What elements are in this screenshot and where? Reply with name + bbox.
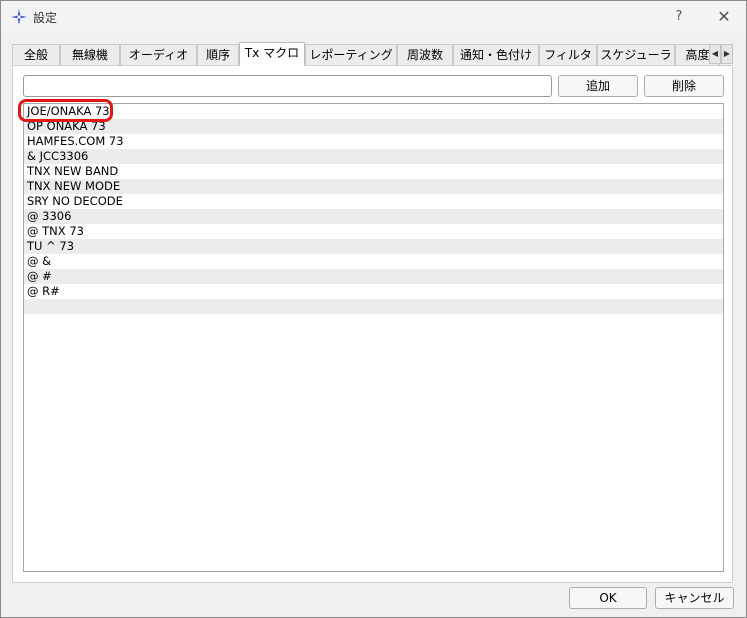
help-icon[interactable]: ? xyxy=(667,5,691,29)
tab-radio[interactable]: 無線機 xyxy=(60,44,120,66)
tab-sequence[interactable]: 順序 xyxy=(197,44,239,66)
list-item[interactable]: TNX NEW MODE xyxy=(24,179,723,194)
tab-filter[interactable]: フィルタ xyxy=(539,44,597,66)
list-item[interactable]: @ & xyxy=(24,254,723,269)
list-item[interactable]: HAMFES.COM 73 xyxy=(24,134,723,149)
list-item[interactable]: @ R# xyxy=(24,284,723,299)
tab-scroll-right-button[interactable]: ▶ xyxy=(721,44,733,64)
tab-tx-macro[interactable]: Tx マクロ xyxy=(239,42,305,66)
macro-text-input[interactable] xyxy=(23,75,552,97)
ok-button[interactable]: OK xyxy=(569,587,647,609)
list-item[interactable]: @ # xyxy=(24,269,723,284)
settings-tabbar: 全般 無線機 オーディオ 順序 Tx マクロ レポーティング 周波数 通知・色付… xyxy=(12,42,720,66)
list-item[interactable]: & JCC3306 xyxy=(24,149,723,164)
cancel-button[interactable]: キャンセル xyxy=(655,587,734,609)
app-sparkle-icon xyxy=(11,9,27,25)
tab-scheduler[interactable]: スケジューラ xyxy=(597,44,675,66)
list-item[interactable]: @ TNX 73 xyxy=(24,224,723,239)
list-item[interactable]: OP ONAKA 73 xyxy=(24,119,723,134)
add-macro-button[interactable]: 追加 xyxy=(558,75,638,97)
tab-frequency[interactable]: 周波数 xyxy=(397,44,453,66)
tab-reporting[interactable]: レポーティング xyxy=(305,44,397,66)
list-item[interactable]: SRY NO DECODE xyxy=(24,194,723,209)
macro-list[interactable]: JOE/ONAKA 73 OP ONAKA 73 HAMFES.COM 73 &… xyxy=(23,103,724,572)
list-item[interactable] xyxy=(24,299,723,314)
close-icon[interactable]: ✕ xyxy=(711,5,737,29)
tab-audio[interactable]: オーディオ xyxy=(120,44,197,66)
tab-general[interactable]: 全般 xyxy=(12,44,60,66)
tab-notify-color[interactable]: 通知・色付け xyxy=(453,44,539,66)
list-item[interactable]: @ 3306 xyxy=(24,209,723,224)
window-title: 設定 xyxy=(33,11,58,25)
title-bar: 設定 ? ✕ xyxy=(1,1,746,33)
delete-macro-button[interactable]: 削除 xyxy=(644,75,724,97)
tab-scroll-left-button[interactable]: ◀ xyxy=(709,44,721,64)
list-item[interactable]: TNX NEW BAND xyxy=(24,164,723,179)
list-item[interactable]: TU ^ 73 xyxy=(24,239,723,254)
list-item[interactable]: JOE/ONAKA 73 xyxy=(24,104,723,119)
